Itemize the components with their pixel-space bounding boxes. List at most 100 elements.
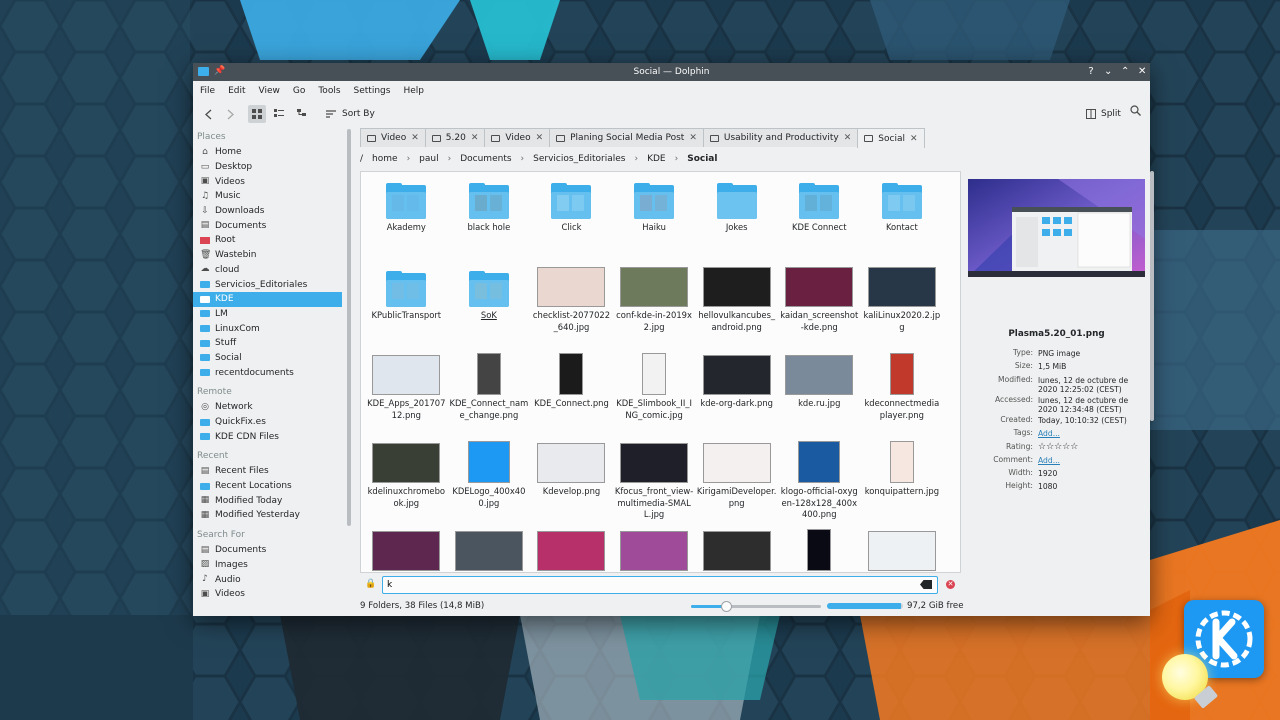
file-item[interactable]: Kstarsngc2237.png — [778, 529, 861, 572]
file-item[interactable]: KDE_Connect.png — [530, 353, 613, 441]
places-item-network[interactable]: ◎ Network — [193, 400, 343, 415]
file-item[interactable]: konvi2x_02.png — [448, 529, 531, 572]
file-item[interactable]: kde-org-dark.png — [695, 353, 778, 441]
lock-icon[interactable]: 🔒 — [365, 579, 376, 589]
places-item-documents[interactable]: ▤ Documents — [193, 543, 343, 558]
places-item-music[interactable]: ♫ Music — [193, 189, 343, 204]
places-item-cloud[interactable]: ☁ cloud — [193, 263, 343, 278]
folder-item[interactable]: Kontact — [861, 177, 944, 265]
file-item[interactable]: konquipattern.jpg — [861, 441, 944, 529]
folder-item[interactable]: Akademy — [365, 177, 448, 265]
help-button[interactable]: ? — [1087, 66, 1095, 77]
file-item[interactable]: Kfocus_front_view-multimedia-SMALL.jpg — [613, 441, 696, 529]
tab-video[interactable]: Video ✕ — [484, 128, 551, 147]
zoom-slider[interactable] — [691, 601, 821, 612]
file-item[interactable]: Kdevelop.png — [530, 441, 613, 529]
folder-item[interactable]: SoK — [448, 265, 531, 353]
file-item[interactable]: checklist-2077022_640.jpg — [530, 265, 613, 353]
places-item-social[interactable]: Social — [193, 351, 343, 366]
icons-view-button[interactable] — [248, 105, 266, 123]
folder-item[interactable]: Jokes — [695, 177, 778, 265]
split-button[interactable]: Split — [1086, 105, 1121, 123]
compact-view-button[interactable] — [271, 105, 287, 123]
breadcrumb-item[interactable]: Servicios_Editoriales — [533, 154, 625, 164]
file-item[interactable]: hellovulkancubes_android.png — [695, 265, 778, 353]
tab-social[interactable]: Social ✕ — [857, 128, 925, 148]
places-item-videos[interactable]: ▣ Videos — [193, 174, 343, 189]
tab-video[interactable]: Video ✕ — [360, 128, 426, 147]
places-item-modified-yesterday[interactable]: ▦ Modified Yesterday — [193, 508, 343, 523]
file-item[interactable]: KDE_Slimbook_II_ING_comic.jpg — [613, 353, 696, 441]
file-view-scrollbar[interactable] — [1150, 171, 1154, 421]
places-item-servicios-editoriales[interactable]: Servicios_Editoriales — [193, 277, 343, 292]
breadcrumb-item[interactable]: paul — [419, 154, 438, 164]
sort-by-button[interactable]: Sort By — [326, 105, 375, 123]
places-item-lm[interactable]: LM — [193, 307, 343, 322]
file-item[interactable]: klogo-official-oxygen-128x128_400x400.pn… — [778, 441, 861, 529]
breadcrumb-item[interactable]: Documents — [460, 154, 511, 164]
places-item-linuxcom[interactable]: LinuxCom — [193, 321, 343, 336]
breadcrumb-item[interactable]: / — [360, 154, 363, 164]
tab-close-icon[interactable]: ✕ — [471, 133, 479, 143]
breadcrumb-item[interactable]: home — [372, 154, 398, 164]
close-button[interactable]: ✕ — [1138, 66, 1146, 77]
places-item-recent-locations[interactable]: Recent Locations — [193, 479, 343, 494]
places-item-quickfix-es[interactable]: QuickFix.es — [193, 415, 343, 430]
folder-item[interactable]: Click — [530, 177, 613, 265]
menu-file[interactable]: File — [200, 86, 215, 96]
file-view[interactable]: Akademy black hole Click Haiku Jokes KDE Conn… — [360, 171, 961, 573]
places-item-downloads[interactable]: ⇩ Downloads — [193, 204, 343, 219]
tab-close-icon[interactable]: ✕ — [536, 133, 544, 143]
file-item[interactable]: KontactWebsite.png — [365, 529, 448, 572]
tab-planing-social-media-post[interactable]: Planing Social Media Post ✕ — [549, 128, 704, 147]
tab-5-20[interactable]: 5.20 ✕ — [424, 128, 486, 147]
menu-go[interactable]: Go — [293, 86, 305, 96]
file-item[interactable]: Kube.jpg — [861, 529, 944, 572]
title-bar[interactable]: 📌 Social — Dolphin ? ⌄ ⌃ ✕ — [193, 63, 1150, 81]
file-item[interactable]: kaidan_screenshot-kde.png — [778, 265, 861, 353]
menu-edit[interactable]: Edit — [228, 86, 245, 96]
places-scrollbar[interactable] — [347, 129, 351, 526]
forward-button[interactable] — [223, 105, 237, 123]
places-item-kde[interactable]: KDE — [193, 291, 342, 307]
folder-item[interactable]: KDE Connect — [778, 177, 861, 265]
folder-item[interactable]: Haiku — [613, 177, 696, 265]
places-item-kde-cdn-files[interactable]: KDE CDN Files — [193, 429, 343, 444]
places-item-documents[interactable]: ▤ Documents — [193, 218, 343, 233]
places-item-stuff[interactable]: Stuff — [193, 336, 343, 351]
menu-tools[interactable]: Tools — [318, 86, 340, 96]
tab-close-icon[interactable]: ✕ — [844, 133, 852, 143]
breadcrumb-item[interactable]: KDE — [647, 154, 666, 164]
file-item[interactable]: Krita_4.4_1096px-SeExpr_manual_ — [530, 529, 613, 572]
places-item-desktop[interactable]: ▭ Desktop — [193, 160, 343, 175]
folder-item[interactable]: KPublicTransport — [365, 265, 448, 353]
file-item[interactable]: kde.ru.jpg — [778, 353, 861, 441]
places-item-modified-today[interactable]: ▦ Modified Today — [193, 493, 343, 508]
menu-view[interactable]: View — [259, 86, 280, 96]
zoom-slider-handle[interactable] — [721, 601, 733, 612]
places-item-root[interactable]: Root — [193, 233, 343, 248]
places-item-recentdocuments[interactable]: recentdocuments — [193, 365, 343, 380]
close-filter-button[interactable]: ✕ — [946, 580, 955, 589]
add-link[interactable]: Add... — [1038, 455, 1145, 468]
rating-stars[interactable]: ☆☆☆☆☆ — [1038, 442, 1145, 455]
back-button[interactable] — [201, 105, 215, 123]
file-item[interactable]: Krita_4.4_multigrid-color- — [695, 529, 778, 572]
places-item-wastebin[interactable]: 🗑 Wastebin — [193, 248, 343, 263]
file-item[interactable]: KDELogo_400x400.jpg — [448, 441, 531, 529]
places-item-home[interactable]: ⌂ Home — [193, 145, 343, 160]
file-item[interactable]: KirigamiDeveloper.png — [695, 441, 778, 529]
places-item-images[interactable]: ▨ Images — [193, 558, 343, 573]
places-item-audio[interactable]: ♪ Audio — [193, 572, 343, 587]
menu-settings[interactable]: Settings — [354, 86, 391, 96]
maximize-button[interactable]: ⌃ — [1121, 66, 1129, 77]
tab-usability-and-productivity[interactable]: Usability and Productivity ✕ — [702, 128, 859, 147]
filter-input[interactable] — [382, 576, 938, 594]
tab-close-icon[interactable]: ✕ — [689, 133, 697, 143]
file-item[interactable]: kdelinuxchromebook.jpg — [365, 441, 448, 529]
shade-button[interactable]: ⌄ — [1104, 66, 1112, 77]
file-item[interactable]: Krita_4.4_flowers_ — [613, 529, 696, 572]
file-item[interactable]: KDE_Connect_name_change.png — [448, 353, 531, 441]
places-item-recent-files[interactable]: ▤ Recent Files — [193, 464, 343, 479]
menu-help[interactable]: Help — [403, 86, 424, 96]
